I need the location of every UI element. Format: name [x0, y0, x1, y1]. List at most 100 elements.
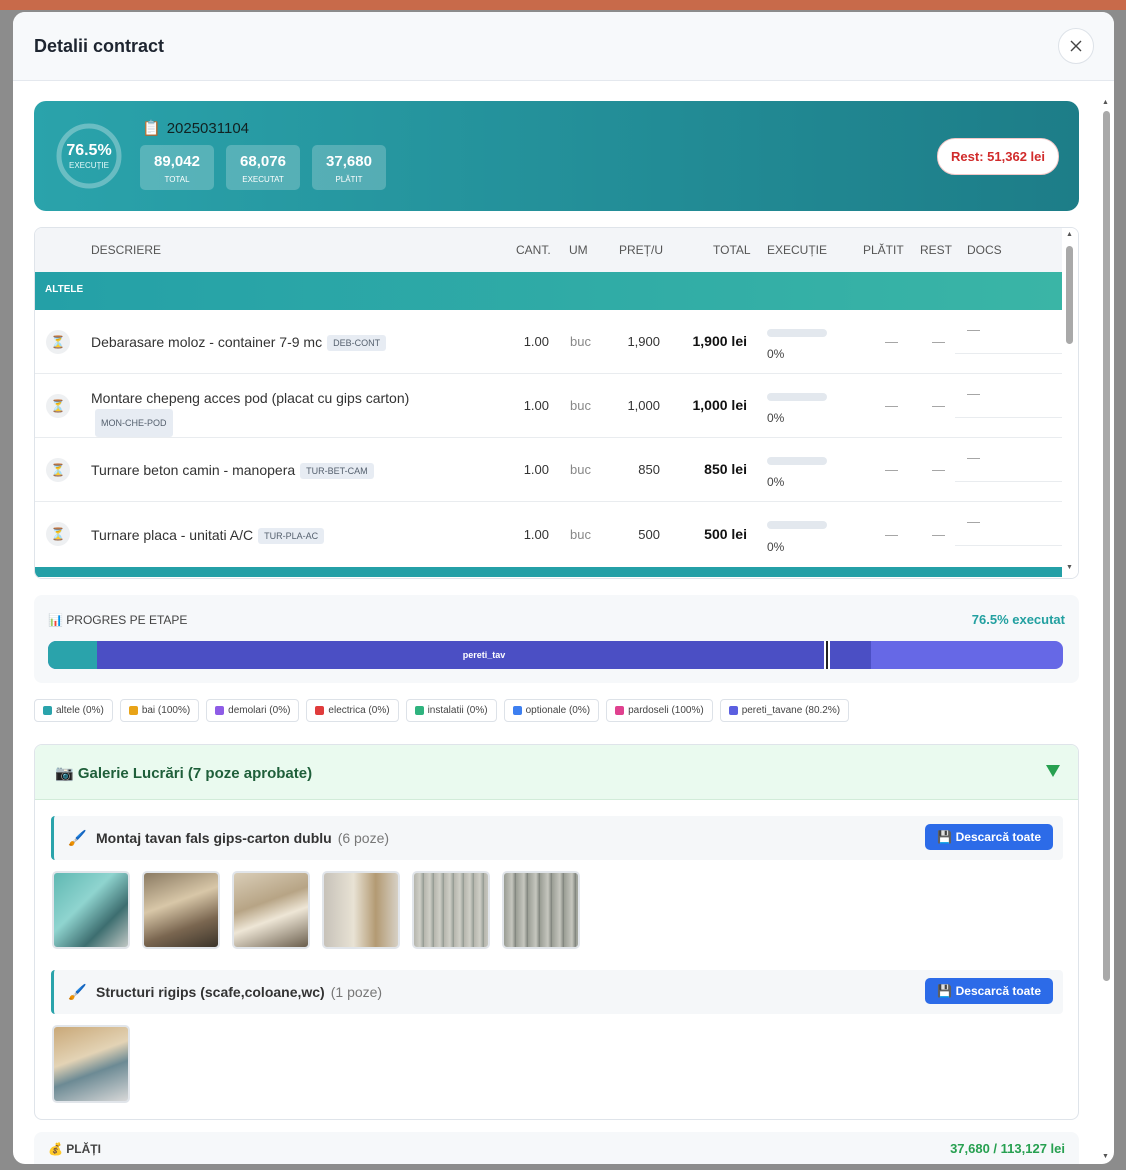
legend-swatch: [512, 706, 522, 715]
stat-platit: 37,680 PLĂTIT: [312, 145, 386, 190]
scroll-up-icon[interactable]: ▲: [1102, 99, 1109, 106]
photo-thumbnails: [52, 1025, 130, 1103]
payments-title: 💰 PLĂȚI: [48, 1142, 101, 1156]
photo-thumbnail[interactable]: [52, 871, 130, 949]
stage-progress-bar: pereti_tav: [48, 641, 1063, 669]
row-desc-text: Debarasare moloz - container 7-9 mc: [91, 334, 323, 350]
modal-header: Detalii contract: [13, 12, 1114, 81]
photo-thumbnail[interactable]: [232, 871, 310, 949]
floppy-icon: 💾: [937, 830, 953, 844]
scroll-up-icon[interactable]: ▲: [1066, 231, 1073, 238]
modal-scrollbar[interactable]: ▲ ▼: [1101, 99, 1112, 1163]
row-exec-bar: [767, 329, 827, 337]
gallery-title-text: Galerie Lucrări (7 poze aprobate): [77, 765, 313, 782]
row-exec-pct: 0%: [767, 475, 785, 489]
header-cant: CANT.: [516, 243, 551, 257]
stage-progress: 📊 PROGRES PE ETAPE 76.5% executat pereti…: [34, 595, 1079, 683]
row-exec-bar: [767, 457, 827, 465]
segment-altele[interactable]: [48, 641, 97, 669]
modal-title: Detalii contract: [34, 36, 165, 56]
segment-marker: [826, 641, 828, 669]
contract-number-text: 2025031104: [166, 119, 249, 137]
legend-item: optionale (0%): [503, 699, 600, 722]
collapse-triangle-icon[interactable]: [1046, 765, 1060, 777]
row-pret: 1,900: [627, 334, 660, 349]
progress-title-text: PROGRES PE ETAPE: [66, 613, 188, 627]
table-scrollbar[interactable]: ▲ ▼: [1062, 228, 1078, 578]
header-total: TOTAL: [713, 243, 751, 257]
scroll-down-icon[interactable]: ▼: [1066, 564, 1073, 571]
row-rest: —: [932, 398, 945, 413]
header-docs: DOCS: [967, 243, 1002, 257]
download-all-button[interactable]: 💾 Descarcă toate: [925, 978, 1053, 1004]
row-pret: 1,000: [627, 398, 660, 413]
contract-details-modal: Detalii contract 76.5% EXECUȚIE 📋 202503…: [13, 12, 1114, 1164]
gallery-section: 🖌️ Structuri rigips (scafe,coloane,wc) (1…: [51, 970, 1063, 1014]
money-bag-icon: 💰: [48, 1142, 63, 1156]
legend-swatch: [615, 706, 625, 715]
stage-legend: altele (0%) bai (100%) demolari (0%) ele…: [34, 699, 850, 722]
table-row: ⏳ Debarasare moloz - container 7-9 mc DEB…: [35, 310, 1063, 374]
legend-label: electrica (0%): [328, 705, 390, 716]
row-docs: —: [955, 514, 1063, 546]
modal-scroll-thumb[interactable]: [1103, 111, 1110, 981]
legend-swatch: [43, 706, 52, 715]
section-title: Montaj tavan fals gips-carton dublu (6 po…: [96, 830, 389, 846]
legend-swatch: [414, 706, 424, 715]
rest-badge: Rest: 51,362 lei: [937, 138, 1059, 175]
download-label: Descarcă toate: [955, 984, 1041, 998]
legend-swatch: [215, 706, 225, 715]
stat-label: TOTAL: [164, 175, 190, 184]
row-docs: —: [955, 386, 1063, 418]
download-all-button[interactable]: 💾 Descarcă toate: [925, 824, 1053, 850]
summary-stats: 89,042 TOTAL 68,076 EXECUTAT 37,680 PLĂTIT: [140, 145, 386, 190]
row-code: DEB-CONT: [327, 335, 387, 352]
row-platit: —: [885, 527, 898, 542]
stat-total: 89,042 TOTAL: [140, 145, 214, 190]
table-row: ⏳ Turnare beton camin - manopera TUR-BET-…: [35, 438, 1063, 502]
chart-icon: 📊: [48, 613, 63, 627]
row-description: Turnare beton camin - manopera TUR-BET-CA…: [91, 462, 374, 480]
photo-thumbnail[interactable]: [502, 871, 580, 949]
photo-thumbnail[interactable]: [52, 1025, 130, 1103]
hourglass-icon: ⏳: [46, 522, 70, 546]
legend-item: altele (0%): [34, 699, 113, 722]
camera-icon: 📷: [55, 765, 74, 782]
segment-pereti-tavane[interactable]: pereti_tav: [97, 641, 871, 669]
scroll-down-icon[interactable]: ▼: [1102, 1153, 1109, 1160]
stat-label: EXECUTAT: [242, 175, 284, 184]
progress-executed: 76.5% executat: [971, 612, 1065, 627]
download-label: Descarcă toate: [955, 830, 1041, 844]
row-platit: —: [885, 334, 898, 349]
photo-thumbnail[interactable]: [322, 871, 400, 949]
table-footer-bar: [35, 567, 1063, 577]
photo-thumbnail[interactable]: [142, 871, 220, 949]
stat-label: PLĂTIT: [335, 175, 363, 184]
table-scroll-thumb[interactable]: [1066, 246, 1073, 344]
row-description: Montare chepeng acces pod (placat cu gip…: [91, 387, 471, 437]
photo-thumbnail[interactable]: [412, 871, 490, 949]
row-cant: 1.00: [523, 334, 549, 349]
brush-icon: 🖌️: [68, 830, 87, 847]
legend-item: pereti_tavane (80.2%): [719, 699, 850, 722]
gallery-header[interactable]: 📷 Galerie Lucrări (7 poze aprobate): [35, 745, 1078, 800]
row-exec-bar: [767, 521, 827, 529]
execution-percent: 76.5%: [66, 142, 112, 159]
legend-label: pardoseli (100%): [628, 705, 704, 716]
row-desc-text: Montare chepeng acces pod (placat cu gip…: [91, 390, 410, 406]
row-docs: —: [955, 450, 1063, 482]
execution-ring: 76.5% EXECUȚIE: [55, 122, 123, 190]
legend-label: optionale (0%): [525, 705, 591, 716]
table-header: DESCRIERE CANT. UM PREȚ/U TOTAL EXECUȚIE…: [35, 228, 1078, 272]
group-row: ALTELE: [35, 272, 1063, 310]
legend-swatch: [728, 706, 738, 715]
table-row: ⏳ Turnare placa - unitati A/C TUR-PLA-AC …: [35, 502, 1063, 567]
row-um: buc: [570, 462, 591, 477]
stat-value: 37,680: [326, 153, 372, 170]
stat-value: 89,042: [154, 153, 200, 170]
header-um: UM: [569, 243, 588, 257]
execution-label: EXECUȚIE: [68, 161, 109, 170]
close-button[interactable]: [1058, 28, 1094, 64]
row-cant: 1.00: [523, 398, 549, 413]
legend-item: demolari (0%): [206, 699, 300, 722]
